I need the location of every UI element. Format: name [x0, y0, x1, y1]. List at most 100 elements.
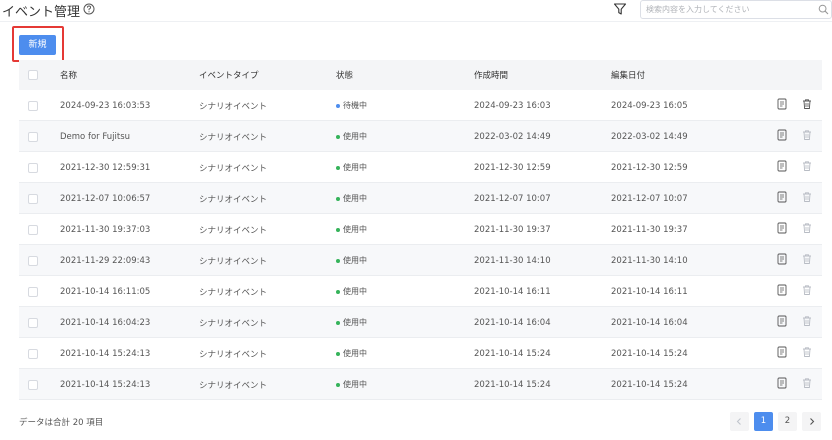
column-header-created[interactable]: 作成時間	[474, 60, 508, 90]
trash-icon	[801, 222, 813, 237]
row-checkbox[interactable]	[28, 131, 38, 142]
created-time: 2021-10-14 16:04	[474, 317, 551, 328]
edited-date: 2021-12-30 12:59	[611, 162, 688, 173]
table-row[interactable]: 2024-09-23 16:03:53 シナリオイベント 待機中 2024-09…	[19, 90, 822, 121]
document-edit-icon	[776, 346, 788, 361]
delete-button[interactable]	[801, 307, 813, 338]
row-checkbox[interactable]	[28, 224, 38, 235]
edit-button[interactable]	[776, 214, 788, 245]
delete-button[interactable]	[801, 276, 813, 307]
edited-date: 2021-12-07 10:07	[611, 193, 688, 204]
event-type: シナリオイベント	[199, 318, 268, 329]
event-type: シナリオイベント	[199, 132, 268, 143]
event-type: シナリオイベント	[199, 194, 268, 205]
row-checkbox[interactable]	[28, 255, 38, 266]
status-badge: 待機中	[336, 90, 367, 121]
status-badge: 使用中	[336, 152, 367, 183]
event-name: 2021-10-14 15:24:13	[60, 348, 151, 359]
pagination-page-1[interactable]: 1	[754, 412, 773, 431]
event-name: 2021-10-14 16:04:23	[60, 317, 151, 328]
status-dot-icon	[336, 227, 340, 232]
trash-icon	[801, 253, 813, 268]
status-dot-icon	[336, 165, 340, 170]
delete-button[interactable]	[801, 338, 813, 369]
document-edit-icon	[776, 315, 788, 330]
created-time: 2021-12-07 10:07	[474, 193, 551, 204]
column-header-edited[interactable]: 編集日付	[611, 60, 645, 90]
event-type: シナリオイベント	[199, 380, 268, 391]
status-text: 使用中	[343, 194, 367, 203]
delete-button[interactable]	[801, 121, 813, 152]
row-divider	[19, 399, 822, 400]
status-badge: 使用中	[336, 338, 367, 369]
pagination-prev-button[interactable]	[730, 412, 749, 431]
edit-button[interactable]	[776, 183, 788, 214]
table-row[interactable]: 2021-10-14 16:11:05 シナリオイベント 使用中 2021-10…	[19, 276, 822, 307]
delete-button[interactable]	[801, 369, 813, 400]
edit-button[interactable]	[776, 276, 788, 307]
delete-button[interactable]	[801, 245, 813, 276]
status-badge: 使用中	[336, 214, 367, 245]
delete-button[interactable]	[801, 183, 813, 214]
edited-date: 2021-11-30 14:10	[611, 255, 688, 266]
delete-button[interactable]	[801, 90, 813, 121]
status-text: 使用中	[343, 132, 367, 141]
status-dot-icon	[336, 351, 340, 356]
table-row[interactable]: 2021-10-14 15:24:13 シナリオイベント 使用中 2021-10…	[19, 369, 822, 400]
column-header-status[interactable]: 状態	[336, 60, 353, 90]
new-button[interactable]: 新規	[19, 35, 56, 55]
event-type: シナリオイベント	[199, 349, 268, 360]
row-checkbox[interactable]	[28, 348, 38, 359]
edit-button[interactable]	[776, 369, 788, 400]
page-title: イベント管理	[2, 5, 81, 20]
status-text: 使用中	[343, 225, 367, 234]
help-icon[interactable]	[83, 3, 95, 15]
status-badge: 使用中	[336, 307, 367, 338]
pagination-next-button[interactable]	[802, 412, 821, 431]
pagination-page-2[interactable]: 2	[778, 412, 797, 431]
edited-date: 2021-10-14 15:24	[611, 379, 688, 390]
page-header: イベント管理	[0, 0, 832, 20]
delete-button[interactable]	[801, 152, 813, 183]
edit-button[interactable]	[776, 121, 788, 152]
row-checkbox[interactable]	[28, 379, 38, 390]
row-checkbox[interactable]	[28, 193, 38, 204]
row-checkbox[interactable]	[28, 317, 38, 328]
edit-button[interactable]	[776, 338, 788, 369]
table-row[interactable]: 2021-10-14 16:04:23 シナリオイベント 使用中 2021-10…	[19, 307, 822, 338]
document-edit-icon	[776, 129, 788, 144]
search-icon[interactable]	[818, 4, 829, 15]
edited-date: 2022-03-02 14:49	[611, 131, 688, 142]
event-name: 2021-11-30 19:37:03	[60, 224, 151, 235]
table-row[interactable]: 2021-12-30 12:59:31 シナリオイベント 使用中 2021-12…	[19, 152, 822, 183]
column-header-type[interactable]: イベントタイプ	[199, 60, 259, 90]
event-name: 2021-12-07 10:06:57	[60, 193, 151, 204]
edit-button[interactable]	[776, 90, 788, 121]
event-name: 2021-12-30 12:59:31	[60, 162, 151, 173]
event-name: 2021-11-29 22:09:43	[60, 255, 151, 266]
column-header-name[interactable]: 名称	[60, 60, 77, 90]
row-checkbox[interactable]	[28, 100, 38, 111]
edit-button[interactable]	[776, 152, 788, 183]
table-row[interactable]: 2021-12-07 10:06:57 シナリオイベント 使用中 2021-12…	[19, 183, 822, 214]
delete-button[interactable]	[801, 214, 813, 245]
status-text: 使用中	[343, 380, 367, 389]
trash-icon	[801, 129, 813, 144]
search-input[interactable]	[641, 1, 811, 18]
status-dot-icon	[336, 289, 340, 294]
select-all-checkbox[interactable]	[28, 70, 38, 80]
row-checkbox[interactable]	[28, 286, 38, 297]
trash-icon	[801, 346, 813, 361]
table-row[interactable]: 2021-11-30 19:37:03 シナリオイベント 使用中 2021-11…	[19, 214, 822, 245]
edit-button[interactable]	[776, 307, 788, 338]
status-badge: 使用中	[336, 369, 367, 400]
table-row[interactable]: Demo for Fujitsu シナリオイベント 使用中 2022-03-02…	[19, 121, 822, 152]
edit-button[interactable]	[776, 245, 788, 276]
table-row[interactable]: 2021-11-29 22:09:43 シナリオイベント 使用中 2021-11…	[19, 245, 822, 276]
table-row[interactable]: 2021-10-14 15:24:13 シナリオイベント 使用中 2021-10…	[19, 338, 822, 369]
event-type: シナリオイベント	[199, 225, 268, 236]
row-checkbox[interactable]	[28, 162, 38, 173]
event-name: Demo for Fujitsu	[60, 131, 131, 142]
filter-icon[interactable]	[613, 2, 627, 16]
trash-icon	[801, 98, 813, 113]
